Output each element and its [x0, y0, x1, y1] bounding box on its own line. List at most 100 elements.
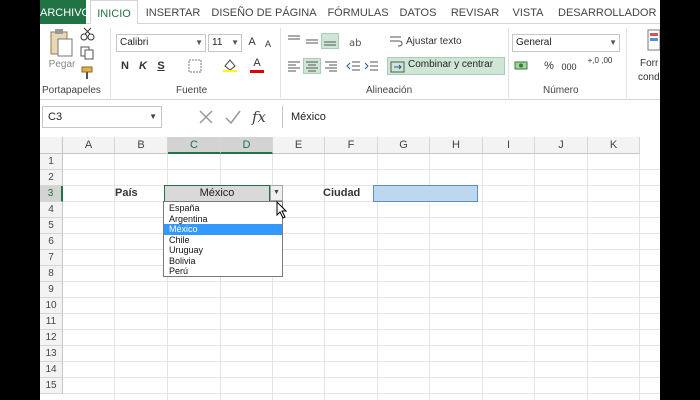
worksheet-grid: ABCDEFGHIJK 1 2 3 4 5 6 7 8 9 10 11 12 13 14 15 País M…: [40, 137, 660, 400]
formula-input[interactable]: México: [282, 106, 660, 128]
dropdown-option[interactable]: México: [164, 224, 282, 235]
tab-revisar[interactable]: REVISAR: [450, 0, 500, 24]
align-center-icon[interactable]: [303, 58, 321, 74]
cancel-icon[interactable]: [198, 109, 214, 128]
grow-font-button[interactable]: A: [246, 34, 258, 50]
column-header-g[interactable]: G: [378, 137, 430, 154]
dropdown-option[interactable]: Bolivia: [164, 256, 282, 267]
cut-icon[interactable]: [80, 27, 96, 41]
italic-button[interactable]: K: [136, 58, 150, 74]
percent-button[interactable]: %: [542, 58, 556, 74]
cell-b3-pais-label[interactable]: País: [115, 187, 138, 199]
row-header-13[interactable]: 13: [40, 346, 63, 362]
number-format-select[interactable]: General ▼: [512, 34, 620, 52]
paste-icon[interactable]: [48, 28, 74, 58]
column-header-f[interactable]: F: [325, 137, 378, 154]
cell-c3-pais-value[interactable]: México: [164, 185, 270, 202]
shrink-font-button[interactable]: A: [262, 36, 274, 52]
name-box[interactable]: C3 ▼: [42, 106, 162, 128]
fill-color-icon[interactable]: [222, 58, 238, 72]
insert-function-button[interactable]: fx: [252, 106, 266, 128]
tab-datos[interactable]: DATOS: [396, 0, 440, 24]
tab-inicio[interactable]: INICIO: [90, 0, 138, 25]
data-validation-dropdown-button[interactable]: ▼: [270, 185, 283, 201]
grid-row-line: [63, 201, 660, 202]
column-header-h[interactable]: H: [430, 137, 483, 154]
grid-row-line: [63, 297, 660, 298]
align-bottom-icon[interactable]: [321, 33, 339, 49]
column-header-i[interactable]: I: [483, 137, 535, 154]
row-header-6[interactable]: 6: [40, 234, 63, 250]
borders-icon[interactable]: [188, 59, 204, 73]
row-header-10[interactable]: 10: [40, 298, 63, 314]
group-label-fuente: Fuente: [176, 85, 208, 96]
row-header-5[interactable]: 5: [40, 218, 63, 234]
thousands-button[interactable]: 000: [560, 59, 578, 75]
row-header-12[interactable]: 12: [40, 330, 63, 346]
bold-button[interactable]: N: [118, 58, 132, 74]
row-header-15[interactable]: 15: [40, 378, 63, 394]
row-header-3[interactable]: 3: [40, 186, 63, 202]
cell-g3-ciudad-value[interactable]: [373, 185, 478, 202]
wrap-text-icon[interactable]: [388, 34, 404, 48]
row-header-8[interactable]: 8: [40, 266, 63, 282]
chevron-down-icon: ▼: [149, 112, 157, 121]
orientation-icon[interactable]: ab: [348, 34, 364, 49]
row-header-11[interactable]: 11: [40, 314, 63, 330]
cell-f3-ciudad-label[interactable]: Ciudad: [323, 187, 360, 199]
increase-indent-icon[interactable]: [364, 59, 380, 73]
font-color-button[interactable]: A: [250, 56, 264, 73]
column-header-k[interactable]: K: [588, 137, 640, 154]
align-left-icon[interactable]: [286, 59, 302, 73]
column-header-c[interactable]: C: [168, 137, 221, 154]
format-painter-icon[interactable]: [80, 66, 96, 80]
enter-check-icon[interactable]: [224, 109, 242, 128]
currency-icon[interactable]: [514, 59, 530, 73]
align-right-icon[interactable]: [323, 59, 339, 73]
row-header-2[interactable]: 2: [40, 170, 63, 186]
conditional-format-icon[interactable]: [646, 28, 660, 52]
paste-button-label[interactable]: Pegar: [46, 57, 78, 73]
dropdown-option[interactable]: Argentina: [164, 214, 282, 225]
dropdown-list: España Argentina México Chile Uruguay Bolivia…: [163, 201, 283, 277]
decrease-indent-icon[interactable]: [346, 59, 362, 73]
copy-icon[interactable]: [80, 46, 96, 60]
merge-center-button[interactable]: Combinar y centrar: [387, 57, 505, 75]
select-all-corner[interactable]: [40, 137, 63, 154]
column-header-e[interactable]: E: [273, 137, 325, 154]
tab-insertar[interactable]: INSERTAR: [144, 0, 202, 24]
row-header-7[interactable]: 7: [40, 250, 63, 266]
conditional-format-label-2[interactable]: condi: [638, 70, 660, 86]
font-name-select[interactable]: Calibri ▼: [116, 34, 206, 52]
align-middle-icon[interactable]: [304, 34, 320, 48]
tab-formulas[interactable]: FÓRMULAS: [324, 0, 392, 24]
column-header-a[interactable]: A: [63, 137, 115, 154]
tab-vista[interactable]: VISTA: [508, 0, 548, 24]
tab-diseno-de-pagina[interactable]: DISEÑO DE PÁGINA: [210, 0, 318, 24]
dropdown-option[interactable]: Perú: [164, 266, 282, 277]
chevron-down-icon: ▼: [273, 189, 280, 196]
formula-bar: C3 ▼ fx México: [40, 106, 660, 128]
wrap-text-button[interactable]: Ajustar texto: [406, 34, 486, 50]
align-top-icon[interactable]: [286, 34, 302, 48]
increase-decimal-button[interactable]: +,0 ,00: [582, 56, 618, 65]
dropdown-option[interactable]: Chile: [164, 235, 282, 246]
svg-text:ab: ab: [349, 38, 361, 48]
column-header-d[interactable]: D: [221, 137, 273, 154]
column-header-b[interactable]: B: [115, 137, 168, 154]
row-header-1[interactable]: 1: [40, 154, 63, 170]
grid-row-line: [63, 169, 660, 170]
underline-button[interactable]: S: [154, 58, 168, 74]
group-divider: [280, 28, 281, 98]
dropdown-option[interactable]: Uruguay: [164, 245, 282, 256]
mouse-cursor-icon: [276, 200, 288, 222]
column-header-j[interactable]: J: [535, 137, 588, 154]
dropdown-option[interactable]: España: [164, 203, 282, 214]
tab-desarrollador[interactable]: DESARROLLADOR: [558, 0, 656, 24]
font-size-select[interactable]: 11 ▼: [208, 34, 242, 52]
row-header-4[interactable]: 4: [40, 202, 63, 218]
tab-archivo[interactable]: ARCHIVO: [40, 0, 90, 24]
row-header-14[interactable]: 14: [40, 362, 63, 378]
row-header-9[interactable]: 9: [40, 282, 63, 298]
grid-row-line: [63, 185, 660, 186]
